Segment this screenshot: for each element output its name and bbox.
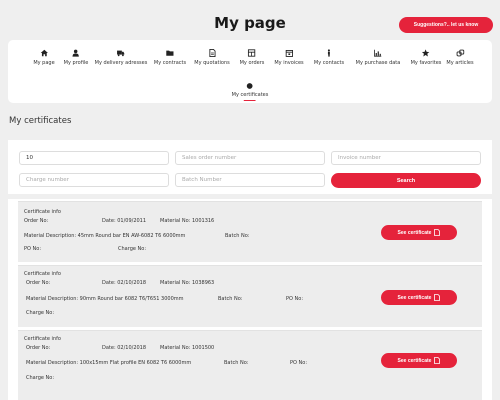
nav-item-my-quotations[interactable]: My quotations bbox=[194, 49, 230, 66]
charge-no: Charge No: bbox=[26, 375, 55, 381]
home-icon bbox=[40, 49, 48, 57]
star-icon bbox=[422, 49, 430, 57]
charge-number-input[interactable] bbox=[19, 173, 169, 187]
nav-item-my-orders[interactable]: My orders bbox=[239, 49, 265, 66]
nav-item-purchase-data[interactable]: My purchase data bbox=[355, 49, 401, 66]
certificate-card: Certificate info Order No: Date: 02/10/2… bbox=[18, 265, 482, 327]
document-icon bbox=[434, 229, 441, 236]
search-button[interactable]: Search bbox=[331, 173, 481, 188]
material-description: Material Description: 45mm Round bar EN … bbox=[24, 233, 186, 239]
nav-label: My page bbox=[33, 60, 55, 66]
nav-label: My purchase data bbox=[355, 60, 401, 66]
certificate-icon bbox=[247, 83, 253, 89]
nav-item-my-favorites[interactable]: My favorites bbox=[410, 49, 442, 66]
nav-label: My invoices bbox=[274, 60, 304, 66]
bar-chart-icon bbox=[374, 49, 382, 57]
batch-no: Batch No: bbox=[218, 296, 243, 302]
see-certificate-button[interactable]: See certificate bbox=[381, 290, 457, 305]
material-description: Material Description: 90mm Round bar 608… bbox=[26, 296, 184, 302]
date: Date: 02/10/2018 bbox=[102, 280, 147, 286]
see-certificate-label: See certificate bbox=[397, 294, 432, 301]
calendar-icon bbox=[285, 49, 293, 57]
certificate-heading: Certificate info bbox=[24, 271, 61, 277]
nav-label: My quotations bbox=[194, 60, 230, 66]
user-icon bbox=[72, 49, 80, 57]
material-no: Material No: 1038963 bbox=[160, 280, 215, 286]
nav-label: My favorites bbox=[410, 60, 442, 66]
charge-no: Charge No: bbox=[26, 310, 55, 316]
nav-item-my-page[interactable]: My page bbox=[33, 49, 55, 66]
nav-item-delivery-adresses[interactable]: My delivery adresses bbox=[94, 49, 148, 66]
certificate-card: Certificate info Order No: Date: 01/09/2… bbox=[18, 201, 482, 262]
po-no: PO No: bbox=[290, 360, 308, 366]
nav-label: My contracts bbox=[153, 60, 187, 66]
account-nav: My page My profile My delivery adresses … bbox=[8, 40, 492, 103]
section-title: My certificates bbox=[9, 116, 72, 126]
batch-number-input[interactable] bbox=[175, 173, 325, 187]
order-no: Order No: bbox=[24, 218, 49, 224]
batch-no: Batch No: bbox=[224, 360, 249, 366]
link-icon bbox=[456, 49, 464, 57]
document-icon bbox=[209, 49, 216, 57]
active-indicator bbox=[243, 99, 256, 101]
nav-label: My certificates bbox=[231, 92, 269, 98]
material-no: Material No: 1001316 bbox=[160, 218, 215, 224]
po-no: PO No: bbox=[286, 296, 304, 302]
nav-item-my-contracts[interactable]: My contracts bbox=[154, 49, 186, 66]
batch-no: Batch No: bbox=[225, 233, 250, 239]
nav-label: My contacts bbox=[313, 60, 345, 66]
nav-label: My orders bbox=[239, 60, 265, 66]
order-no: Order No: bbox=[26, 345, 51, 351]
date: Date: 01/09/2011 bbox=[102, 218, 147, 224]
charge-no: Charge No: bbox=[118, 246, 147, 252]
certificate-heading: Certificate info bbox=[24, 336, 61, 342]
nav-item-my-invoices[interactable]: My invoices bbox=[274, 49, 304, 66]
date: Date: 02/10/2018 bbox=[102, 345, 147, 351]
sales-order-input[interactable] bbox=[175, 151, 325, 165]
nav-item-my-contacts[interactable]: My contacts bbox=[314, 49, 344, 66]
filter-input-1[interactable] bbox=[19, 151, 169, 165]
folder-icon bbox=[166, 50, 174, 56]
document-icon bbox=[434, 357, 441, 364]
nav-item-my-articles[interactable]: My articles bbox=[446, 49, 474, 66]
grid-icon bbox=[248, 49, 256, 57]
order-no: Order No: bbox=[26, 280, 51, 286]
nav-label: My delivery adresses bbox=[94, 60, 148, 66]
nav-item-my-certificates[interactable]: My certificates bbox=[231, 82, 269, 101]
certificate-heading: Certificate info bbox=[24, 209, 61, 215]
nav-label: My profile bbox=[63, 60, 89, 66]
see-certificate-button[interactable]: See certificate bbox=[381, 225, 457, 240]
material-description: Material Description: 100x15mm Flat prof… bbox=[26, 360, 192, 366]
nav-item-my-profile[interactable]: My profile bbox=[63, 49, 89, 66]
po-no: PO No: bbox=[24, 246, 42, 252]
person-icon bbox=[327, 49, 331, 57]
see-certificate-button[interactable]: See certificate bbox=[381, 353, 457, 368]
truck-icon bbox=[117, 50, 125, 57]
invoice-number-input[interactable] bbox=[331, 151, 481, 165]
see-certificate-label: See certificate bbox=[397, 357, 432, 364]
material-no: Material No: 1001500 bbox=[160, 345, 215, 351]
nav-label: My articles bbox=[446, 60, 474, 66]
certificate-card: Certificate info Order No: Date: 02/10/2… bbox=[18, 330, 482, 400]
suggestions-button[interactable]: Suggestions?.. let us know bbox=[399, 17, 493, 33]
see-certificate-label: See certificate bbox=[397, 229, 432, 236]
document-icon bbox=[434, 294, 441, 301]
